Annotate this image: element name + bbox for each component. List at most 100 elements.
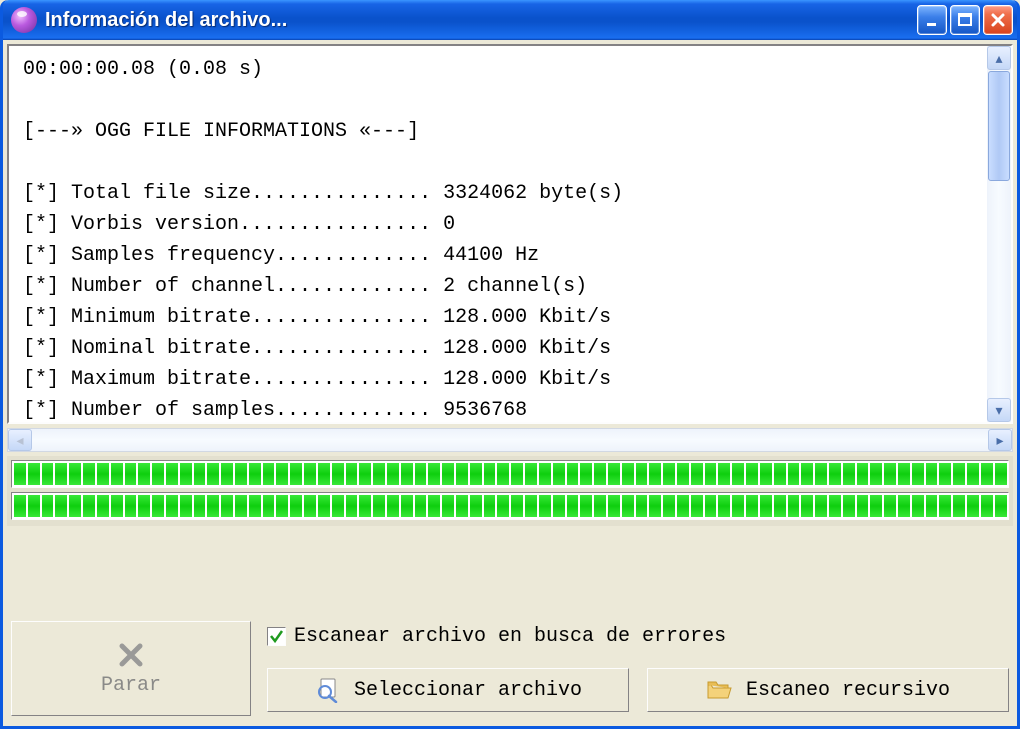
progress-segment	[401, 463, 413, 485]
progress-segment	[967, 463, 979, 485]
progress-segment	[732, 495, 744, 517]
scroll-up-button[interactable]: ▴	[987, 46, 1011, 70]
progress-segment	[732, 463, 744, 485]
progress-segment	[97, 495, 109, 517]
progress-segment	[981, 463, 993, 485]
progress-segment	[525, 495, 537, 517]
scan-errors-checkbox[interactable]	[267, 627, 286, 646]
progress-segment	[939, 495, 951, 517]
progress-segment	[912, 463, 924, 485]
progress-segment	[194, 463, 206, 485]
progress-segment	[760, 495, 772, 517]
progress-segment	[415, 463, 427, 485]
progress-segment	[55, 495, 67, 517]
progress-segment	[428, 463, 440, 485]
progress-segment	[497, 495, 509, 517]
progress-segment	[180, 463, 192, 485]
recursive-scan-button[interactable]: Escaneo recursivo	[647, 668, 1009, 712]
progress-segment	[359, 495, 371, 517]
maximize-button[interactable]	[950, 5, 980, 35]
progress-segment	[180, 495, 192, 517]
progress-segment	[981, 495, 993, 517]
progress-segment	[249, 495, 261, 517]
progress-segment	[125, 463, 137, 485]
progress-segment	[387, 463, 399, 485]
progress-segment	[470, 495, 482, 517]
close-icon	[990, 12, 1006, 28]
scroll-left-button[interactable]: ◂	[8, 429, 32, 451]
app-icon	[11, 7, 37, 33]
progress-panel	[7, 456, 1013, 526]
select-file-button[interactable]: Seleccionar archivo	[267, 668, 629, 712]
select-file-button-label: Seleccionar archivo	[354, 679, 582, 702]
progress-segment	[28, 463, 40, 485]
progress-segment	[567, 495, 579, 517]
progress-segment	[995, 463, 1007, 485]
progress-segment	[497, 463, 509, 485]
scroll-thumb[interactable]	[988, 71, 1010, 181]
progress-segment	[138, 463, 150, 485]
progress-segment	[926, 463, 938, 485]
scroll-track[interactable]	[987, 182, 1011, 398]
progress-segment	[83, 463, 95, 485]
progress-segment	[42, 495, 54, 517]
close-button[interactable]	[983, 5, 1013, 35]
progress-segment	[290, 495, 302, 517]
log-text-area[interactable]: 00:00:00.08 (0.08 s) [---» OGG FILE INFO…	[9, 46, 987, 422]
hscroll-track[interactable]	[32, 429, 988, 451]
horizontal-scrollbar[interactable]: ◂ ▸	[7, 428, 1013, 452]
progress-segment	[125, 495, 137, 517]
scroll-down-button[interactable]: ▾	[987, 398, 1011, 422]
progress-segment	[152, 495, 164, 517]
chevron-left-icon: ◂	[16, 432, 23, 449]
progress-segment	[608, 463, 620, 485]
progress-segment	[415, 495, 427, 517]
scan-errors-checkbox-label: Escanear archivo en busca de errores	[294, 625, 726, 648]
progress-segment	[28, 495, 40, 517]
minimize-button[interactable]	[917, 5, 947, 35]
app-window: Información del archivo... 00:00:00.08 (…	[0, 0, 1020, 729]
scroll-right-button[interactable]: ▸	[988, 429, 1012, 451]
progress-segment	[553, 463, 565, 485]
progress-segment	[774, 495, 786, 517]
chevron-up-icon: ▴	[995, 50, 1002, 67]
progress-segment	[843, 463, 855, 485]
progress-bar-2	[11, 492, 1009, 520]
stop-button-label: Parar	[101, 674, 161, 697]
progress-segment	[953, 495, 965, 517]
progress-segment	[539, 495, 551, 517]
progress-segment	[152, 463, 164, 485]
progress-segment	[870, 495, 882, 517]
progress-segment	[967, 495, 979, 517]
progress-segment	[760, 463, 772, 485]
progress-segment	[898, 463, 910, 485]
stop-button[interactable]: Parar	[11, 621, 251, 716]
titlebar[interactable]: Información del archivo...	[3, 0, 1017, 40]
progress-segment	[746, 495, 758, 517]
progress-segment	[97, 463, 109, 485]
progress-segment	[525, 463, 537, 485]
progress-segment	[346, 495, 358, 517]
vertical-scrollbar[interactable]: ▴ ▾	[987, 46, 1011, 422]
progress-segment	[235, 495, 247, 517]
progress-segment	[111, 463, 123, 485]
window-controls	[917, 5, 1013, 35]
progress-segment	[387, 495, 399, 517]
progress-segment	[304, 495, 316, 517]
progress-segment	[815, 463, 827, 485]
progress-segment	[470, 463, 482, 485]
progress-segment	[622, 463, 634, 485]
spacer	[7, 530, 1013, 617]
progress-segment	[276, 463, 288, 485]
progress-segment	[801, 463, 813, 485]
progress-segment	[442, 463, 454, 485]
progress-segment	[622, 495, 634, 517]
client-area: 00:00:00.08 (0.08 s) [---» OGG FILE INFO…	[3, 40, 1017, 726]
progress-segment	[401, 495, 413, 517]
progress-segment	[691, 463, 703, 485]
progress-segment	[718, 495, 730, 517]
progress-segment	[705, 463, 717, 485]
progress-segment	[801, 495, 813, 517]
progress-segment	[567, 463, 579, 485]
progress-segment	[594, 463, 606, 485]
